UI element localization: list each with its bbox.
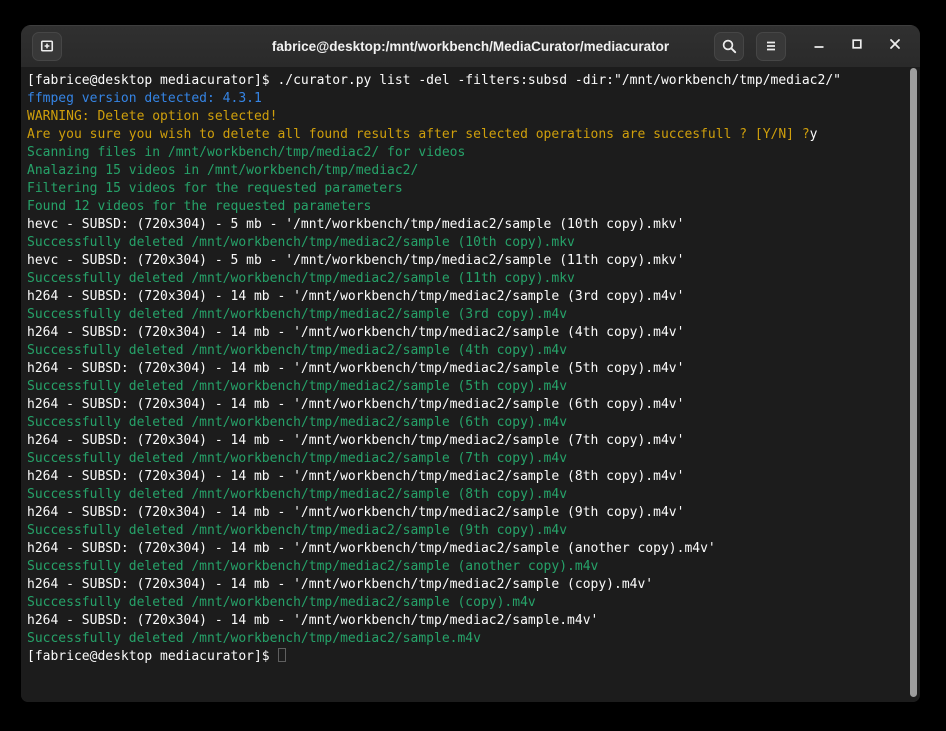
terminal-line: Successfully deleted /mnt/workbench/tmp/…: [27, 270, 898, 288]
terminal-line: hevc - SUBSD: (720x304) - 5 mb - '/mnt/w…: [27, 252, 898, 270]
terminal-line: ffmpeg version detected: 4.3.1: [27, 90, 898, 108]
scrollbar-thumb[interactable]: [910, 68, 917, 697]
titlebar[interactable]: fabrice@desktop:/mnt/workbench/MediaCura…: [21, 25, 920, 68]
terminal-screen[interactable]: [fabrice@desktop mediacurator]$ ./curato…: [21, 67, 920, 702]
terminal-line: Successfully deleted /mnt/workbench/tmp/…: [27, 630, 898, 648]
terminal-line: h264 - SUBSD: (720x304) - 14 mb - '/mnt/…: [27, 576, 898, 594]
terminal-line: Successfully deleted /mnt/workbench/tmp/…: [27, 594, 898, 612]
terminal-line: h264 - SUBSD: (720x304) - 14 mb - '/mnt/…: [27, 360, 898, 378]
terminal-line: h264 - SUBSD: (720x304) - 14 mb - '/mnt/…: [27, 288, 898, 306]
terminal-line: h264 - SUBSD: (720x304) - 14 mb - '/mnt/…: [27, 432, 898, 450]
menu-button[interactable]: [756, 32, 786, 61]
minimize-button[interactable]: [800, 31, 838, 61]
terminal-line: h264 - SUBSD: (720x304) - 14 mb - '/mnt/…: [27, 504, 898, 522]
search-icon: [721, 38, 738, 55]
terminal-line: Found 12 videos for the requested parame…: [27, 198, 898, 216]
terminal-lines: [fabrice@desktop mediacurator]$ ./curato…: [27, 72, 898, 666]
terminal-line: Successfully deleted /mnt/workbench/tmp/…: [27, 558, 898, 576]
terminal-line: h264 - SUBSD: (720x304) - 14 mb - '/mnt/…: [27, 468, 898, 486]
maximize-icon: [850, 37, 864, 56]
terminal-line: Successfully deleted /mnt/workbench/tmp/…: [27, 378, 898, 396]
terminal-line: Analazing 15 videos in /mnt/workbench/tm…: [27, 162, 898, 180]
hamburger-menu-icon: [763, 38, 779, 54]
terminal-line: h264 - SUBSD: (720x304) - 14 mb - '/mnt/…: [27, 612, 898, 630]
terminal-window: fabrice@desktop:/mnt/workbench/MediaCura…: [21, 25, 920, 702]
terminal-line: hevc - SUBSD: (720x304) - 5 mb - '/mnt/w…: [27, 216, 898, 234]
terminal-line: [fabrice@desktop mediacurator]$: [27, 648, 898, 666]
terminal-line: Successfully deleted /mnt/workbench/tmp/…: [27, 234, 898, 252]
terminal-line: WARNING: Delete option selected!: [27, 108, 898, 126]
terminal-line: Are you sure you wish to delete all foun…: [27, 126, 898, 144]
terminal-line: Successfully deleted /mnt/workbench/tmp/…: [27, 342, 898, 360]
search-button[interactable]: [714, 32, 744, 61]
maximize-button[interactable]: [838, 31, 876, 61]
terminal-line: Successfully deleted /mnt/workbench/tmp/…: [27, 450, 898, 468]
terminal-cursor: [278, 648, 286, 662]
terminal-line: h264 - SUBSD: (720x304) - 14 mb - '/mnt/…: [27, 396, 898, 414]
new-tab-button[interactable]: [32, 32, 62, 61]
terminal-line: Successfully deleted /mnt/workbench/tmp/…: [27, 486, 898, 504]
close-button[interactable]: [876, 31, 914, 61]
close-icon: [888, 37, 902, 56]
new-tab-icon: [39, 38, 55, 54]
terminal-line: h264 - SUBSD: (720x304) - 14 mb - '/mnt/…: [27, 540, 898, 558]
terminal-line: Filtering 15 videos for the requested pa…: [27, 180, 898, 198]
terminal-line: Successfully deleted /mnt/workbench/tmp/…: [27, 306, 898, 324]
terminal-line: Scanning files in /mnt/workbench/tmp/med…: [27, 144, 898, 162]
terminal-line: Successfully deleted /mnt/workbench/tmp/…: [27, 522, 898, 540]
minimize-icon: [812, 37, 826, 56]
terminal-line: Successfully deleted /mnt/workbench/tmp/…: [27, 414, 898, 432]
terminal-line: h264 - SUBSD: (720x304) - 14 mb - '/mnt/…: [27, 324, 898, 342]
terminal-line: [fabrice@desktop mediacurator]$ ./curato…: [27, 72, 898, 90]
